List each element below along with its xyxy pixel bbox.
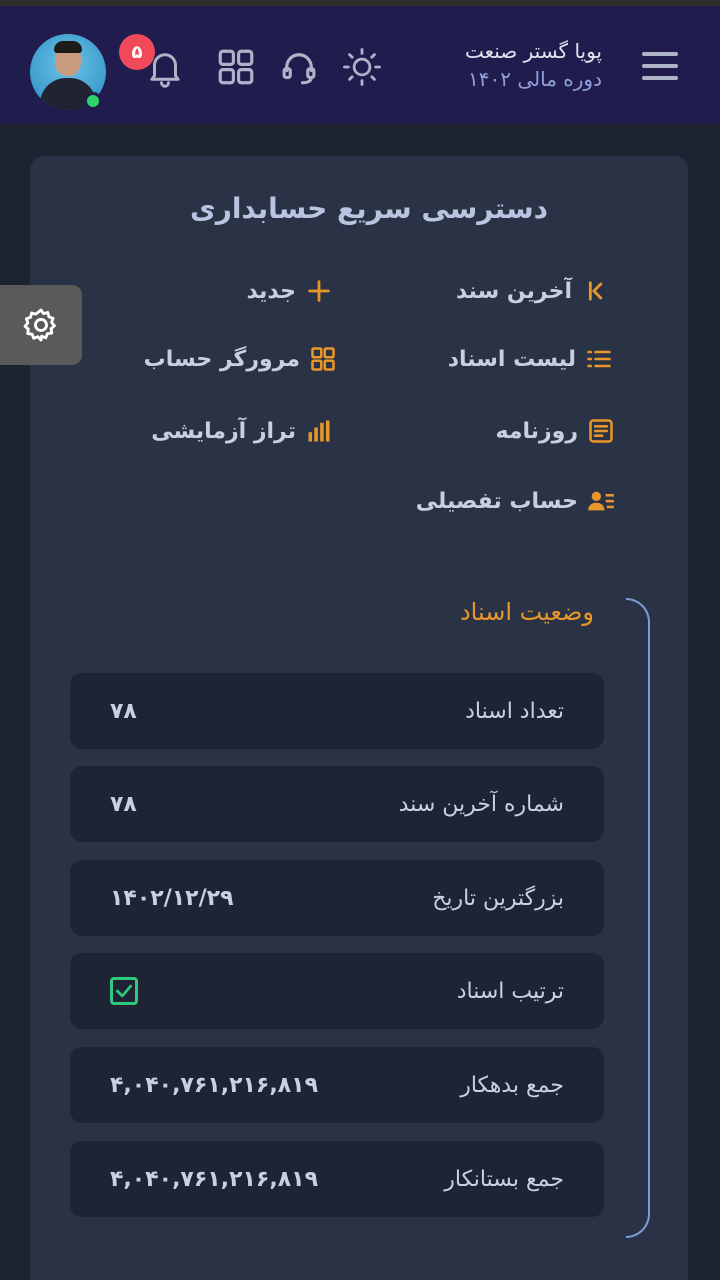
menu-button[interactable]	[642, 52, 680, 80]
settings-button[interactable]	[0, 285, 82, 365]
quick-account-browser[interactable]: مرورگر حساب	[144, 344, 338, 374]
status-title: وضعیت اسناد	[459, 598, 594, 626]
menu-icon-bar	[642, 52, 678, 56]
journal-icon	[586, 416, 616, 446]
quick-detailed-account[interactable]: حساب تفصیلی	[416, 486, 616, 516]
support-button[interactable]	[274, 42, 324, 92]
fiscal-period: دوره مالی ۱۴۰۲	[468, 67, 602, 91]
menu-icon-bar	[642, 76, 678, 80]
menu-icon-bar	[642, 64, 678, 68]
quick-item-label: حساب تفصیلی	[415, 488, 578, 514]
status-value: ۷۸	[110, 698, 137, 724]
card-title: دسترسی سریع حسابداری	[190, 192, 548, 225]
status-row: ترتیب اسناد	[70, 953, 604, 1029]
status-row: شماره آخرین سند ۷۸	[70, 766, 604, 842]
list-icon	[584, 344, 614, 374]
status-key: تعداد اسناد	[465, 698, 564, 724]
apps-button[interactable]	[211, 42, 261, 92]
status-row: بزرگترین تاریخ ۱۴۰۲/۱۲/۲۹	[70, 860, 604, 936]
status-value: ۴,۰۴۰,۷۶۱,۲۱۶,۸۱۹	[110, 1072, 318, 1098]
status-key: شماره آخرین سند	[398, 791, 564, 817]
quick-access-card: دسترسی سریع حسابداری آخرین سند جدید لیست…	[30, 156, 688, 1280]
quick-new-document[interactable]: جدید	[246, 276, 334, 306]
quick-trial-balance[interactable]: تراز آزمایشی	[151, 416, 334, 446]
app-header: پویا گستر صنعت دوره مالی ۱۴۰۲ ۵	[0, 6, 720, 124]
status-key: جمع بدهکار	[460, 1072, 564, 1098]
online-status-dot	[84, 92, 102, 110]
sun-icon	[343, 48, 381, 86]
status-row: جمع بستانکار ۴,۰۴۰,۷۶۱,۲۱۶,۸۱۹	[70, 1141, 604, 1217]
quick-documents-list[interactable]: لیست اسناد	[448, 344, 614, 374]
user-list-icon	[586, 486, 616, 516]
status-row: جمع بدهکار ۴,۰۴۰,۷۶۱,۲۱۶,۸۱۹	[70, 1047, 604, 1123]
avatar-hair	[54, 41, 82, 53]
status-bracket	[626, 598, 650, 1238]
bar-chart-icon	[304, 416, 334, 446]
quick-last-document[interactable]: آخرین سند	[456, 276, 610, 306]
last-icon	[580, 276, 610, 306]
gear-icon	[23, 308, 56, 342]
quick-item-label: مرورگر حساب	[143, 346, 300, 372]
notification-badge: ۵	[119, 34, 155, 70]
quick-item-label: روزنامه	[495, 418, 579, 444]
status-value: ۴,۰۴۰,۷۶۱,۲۱۶,۸۱۹	[110, 1166, 318, 1192]
headset-icon	[282, 53, 316, 85]
quick-item-label: آخرین سند	[455, 278, 572, 304]
status-key: جمع بستانکار	[444, 1166, 564, 1192]
status-value: ۷۸	[110, 791, 137, 817]
document-status-section: وضعیت اسناد تعداد اسناد ۷۸ شماره آخرین س…	[70, 598, 650, 1238]
quick-item-label: لیست اسناد	[447, 346, 576, 372]
company-name: پویا گستر صنعت	[464, 39, 602, 63]
plus-icon	[304, 276, 334, 306]
status-key: بزرگترین تاریخ	[432, 885, 564, 911]
company-info[interactable]: پویا گستر صنعت دوره مالی ۱۴۰۲	[465, 38, 602, 94]
quick-journal[interactable]: روزنامه	[496, 416, 617, 446]
status-row: تعداد اسناد ۷۸	[70, 673, 604, 749]
status-value: ۱۴۰۲/۱۲/۲۹	[110, 885, 234, 911]
status-key: ترتیب اسناد	[456, 978, 564, 1004]
theme-toggle-button[interactable]	[337, 42, 387, 92]
check-icon	[110, 977, 138, 1005]
quick-item-label: تراز آزمایشی	[151, 418, 296, 444]
quick-item-label: جدید	[246, 278, 296, 304]
grid-icon	[308, 344, 338, 374]
apps-grid-icon	[218, 49, 254, 85]
